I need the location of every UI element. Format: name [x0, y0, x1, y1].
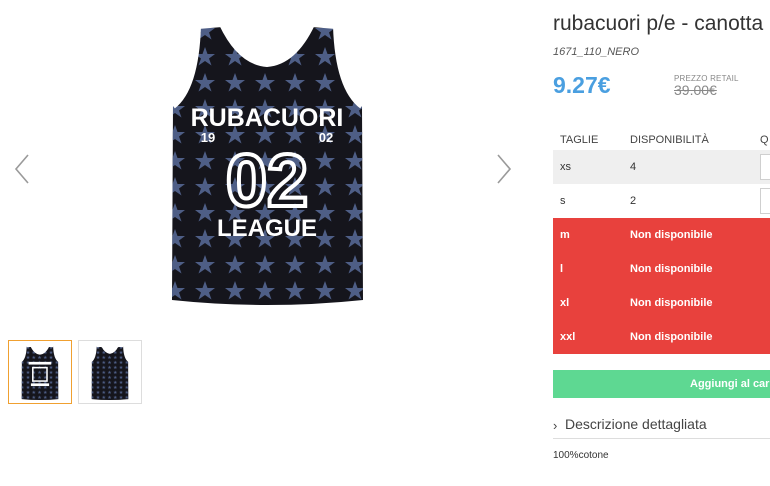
availability-value: Non disponibile: [630, 331, 713, 343]
print-year-left: 19: [201, 130, 215, 145]
size-label: xs: [560, 161, 571, 173]
availability-value: 4: [630, 161, 637, 173]
size-row-xl: xl Non disponibile: [553, 286, 770, 320]
size-label: s: [560, 195, 566, 207]
add-to-cart-label: Aggiungi al carrello: [690, 378, 770, 390]
product-price: 9.27€: [553, 72, 611, 98]
header-quantity: Q: [760, 134, 769, 146]
size-row-s: s 2: [553, 184, 770, 218]
size-row-xxl: xxl Non disponibile: [553, 320, 770, 354]
header-availability: DISPONIBILITÀ: [630, 134, 709, 146]
add-to-cart-button[interactable]: Aggiungi al carrello: [553, 370, 770, 398]
description-toggle[interactable]: › Descrizione dettagliata: [553, 414, 770, 439]
previous-image-arrow-icon[interactable]: [12, 152, 32, 186]
quantity-input-s[interactable]: [760, 188, 770, 214]
availability-value: Non disponibile: [630, 263, 713, 275]
retail-price: 39.00€: [674, 82, 717, 98]
size-row-l: l Non disponibile: [553, 252, 770, 286]
next-image-arrow-icon[interactable]: [494, 152, 514, 186]
product-details: rubacuori p/e - canotta 1671_110_NERO 9.…: [553, 0, 770, 486]
size-label: m: [560, 229, 570, 241]
thumbnail-back[interactable]: [78, 340, 142, 404]
sizes-table: TAGLIE DISPONIBILITÀ Q xs 4 s 2 m Non di…: [553, 128, 770, 354]
product-title: rubacuori p/e - canotta: [553, 12, 764, 35]
product-composition: 100%cotone: [553, 450, 609, 461]
main-product-image: RUBACUORI 19 02 02 LEAGUE: [171, 20, 364, 305]
print-year-right: 02: [319, 130, 333, 145]
size-row-xs: xs 4: [553, 150, 770, 184]
size-label: l: [560, 263, 564, 275]
thumbnail-front[interactable]: [8, 340, 72, 404]
availability-value: 2: [630, 195, 637, 207]
product-gallery: RUBACUORI 19 02 02 LEAGUE: [0, 0, 540, 486]
sizes-table-header: TAGLIE DISPONIBILITÀ Q: [553, 128, 770, 150]
header-sizes: TAGLIE: [560, 134, 599, 146]
size-label: xxl: [560, 331, 576, 343]
print-bottom-text: LEAGUE: [217, 215, 317, 242]
description-label: Descrizione dettagliata: [565, 416, 707, 432]
size-label: xl: [560, 297, 570, 309]
print-top-text: RUBACUORI: [191, 104, 344, 132]
quantity-input-xs[interactable]: [760, 154, 770, 180]
availability-value: Non disponibile: [630, 297, 713, 309]
size-row-m: m Non disponibile: [553, 218, 770, 252]
product-sku: 1671_110_NERO: [553, 46, 640, 58]
print-number: 02: [226, 139, 308, 222]
chevron-right-icon: ›: [553, 418, 558, 433]
availability-value: Non disponibile: [630, 229, 713, 241]
